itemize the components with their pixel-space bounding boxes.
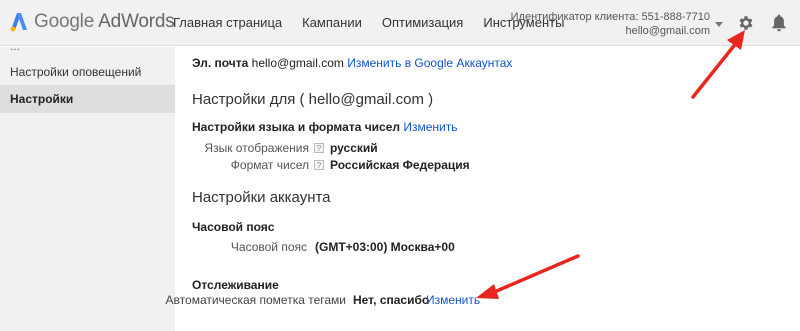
email-row: Эл. почта hello@gmail.com Изменить в Goo… (192, 56, 512, 70)
sidebar: ... Настройки оповещений Настройки (0, 39, 175, 331)
auto-tagging-value: Нет, спасибо (353, 293, 430, 307)
sidebar-item-settings[interactable]: Настройки (0, 85, 175, 113)
tracking-title: Отслеживание (192, 278, 279, 292)
adwords-logo-icon (10, 13, 27, 32)
number-format-value: Российская Федерация (330, 158, 470, 172)
sidebar-item-fragment[interactable]: ... (10, 39, 20, 53)
top-bar: Google AdWords Главная страница Кампании… (0, 0, 800, 46)
account-settings-heading: Настройки аккаунта (192, 189, 331, 206)
help-icon[interactable]: ? (314, 143, 324, 153)
number-format-label: Формат чисел (230, 158, 309, 172)
client-email: hello@gmail.com (625, 25, 710, 37)
timezone-value: (GMT+03:00) Москва+00 (315, 240, 455, 254)
bell-icon[interactable] (771, 14, 787, 32)
lang-change-link[interactable]: Изменить (403, 120, 457, 134)
nav-home[interactable]: Главная страница (173, 15, 282, 30)
nav-optimization[interactable]: Оптимизация (382, 15, 464, 30)
logo-google-text: Google (34, 11, 95, 32)
change-in-google-account-link[interactable]: Изменить в Google Аккаунтах (347, 56, 512, 70)
lang-section-title-row: Настройки языка и формата чисел Изменить (192, 120, 458, 134)
display-language-value: русский (330, 141, 378, 155)
adwords-logo[interactable]: Google AdWords (10, 10, 175, 34)
lang-section-title: Настройки языка и формата чисел (192, 120, 401, 134)
timezone-label: Часовой пояс (230, 240, 307, 254)
chevron-down-icon[interactable] (715, 22, 723, 27)
timezone-title: Часовой пояс (192, 220, 275, 234)
client-id: Идентификатор клиента: 551-888-7710 (510, 11, 710, 23)
nav-campaigns[interactable]: Кампании (302, 15, 362, 30)
tracking-change-link[interactable]: Изменить (426, 293, 480, 307)
help-icon[interactable]: ? (314, 160, 324, 170)
sidebar-item-notifications[interactable]: Настройки оповещений (0, 58, 175, 86)
email-value: hello@gmail.com (251, 56, 344, 70)
gear-icon[interactable] (737, 14, 755, 32)
annotation-arrow-gear (691, 40, 739, 99)
auto-tagging-label: Автоматическая пометка тегами (165, 293, 346, 307)
annotation-arrow-change (490, 254, 580, 295)
client-info[interactable]: Идентификатор клиента: 551-888-7710 hell… (511, 10, 710, 38)
settings-for-heading: Настройки для ( hello@gmail.com ) (192, 91, 434, 108)
email-label: Эл. почта (192, 56, 249, 70)
logo-product-text: AdWords (98, 11, 175, 32)
display-language-label: Язык отображения (204, 141, 309, 155)
